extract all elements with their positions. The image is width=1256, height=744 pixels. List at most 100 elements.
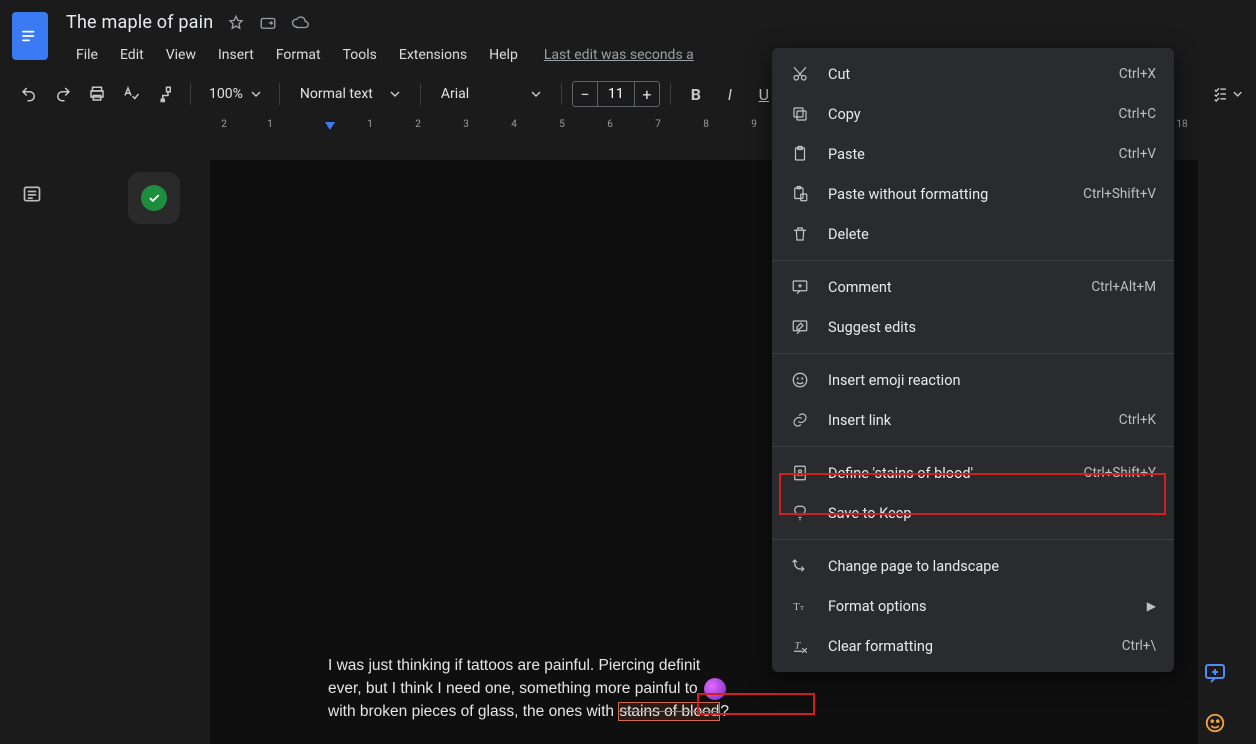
ruler-tick: 18 <box>1176 119 1187 130</box>
svg-text:T: T <box>795 640 801 651</box>
ctx-label: Suggest edits <box>828 319 1156 336</box>
ctx-comment[interactable]: CommentCtrl+Alt+M <box>772 267 1174 307</box>
last-edit-link[interactable]: Last edit was seconds a <box>544 47 694 63</box>
ctx-shortcut: Ctrl+Shift+Y <box>1084 465 1156 481</box>
menu-insert[interactable]: Insert <box>208 41 264 69</box>
keep-icon <box>790 503 810 523</box>
context-menu: Cut Ctrl+X Copy Ctrl+C Paste Ctrl+V Paste with… <box>772 48 1174 672</box>
move-icon[interactable] <box>259 14 277 32</box>
menu-format[interactable]: Format <box>266 41 331 69</box>
ctx-link[interactable]: Insert link Ctrl+K <box>772 400 1174 440</box>
print-button[interactable] <box>82 79 112 109</box>
ctx-keep[interactable]: Save to Keep <box>772 493 1174 533</box>
selected-text[interactable]: stains of blood <box>618 702 720 721</box>
zoom-select[interactable]: 100% <box>201 86 269 102</box>
bold-button[interactable]: B <box>681 79 711 109</box>
approve-chip[interactable] <box>128 172 180 224</box>
menu-tools[interactable]: Tools <box>333 41 387 69</box>
paste-icon <box>790 144 810 164</box>
svg-text:T: T <box>793 602 800 613</box>
cut-icon <box>790 64 810 84</box>
ctx-shortcut: Ctrl+V <box>1119 146 1156 162</box>
ctx-label: Paste <box>828 146 1101 163</box>
ruler-tick: 6 <box>607 119 613 130</box>
ctx-label: Insert link <box>828 412 1101 429</box>
ctx-shortcut: Ctrl+X <box>1119 66 1156 82</box>
docs-logo[interactable] <box>12 12 48 60</box>
ctx-suggest[interactable]: Suggest edits <box>772 307 1174 347</box>
check-icon <box>141 185 167 211</box>
suggest-icon <box>790 317 810 337</box>
ctx-landscape[interactable]: Change page to landscape <box>772 546 1174 586</box>
ctx-label: Cut <box>828 66 1101 83</box>
font-select[interactable]: Arial <box>431 86 551 102</box>
ctx-label: Copy <box>828 106 1100 123</box>
ctx-label: Insert emoji reaction <box>828 372 1156 389</box>
ctx-emoji[interactable]: Insert emoji reaction <box>772 360 1174 400</box>
ruler-tick: 3 <box>463 119 469 130</box>
submenu-arrow-icon: ▶ <box>1147 599 1156 613</box>
spellcheck-button[interactable] <box>116 79 146 109</box>
comment-icon <box>790 277 810 297</box>
ctx-delete[interactable]: Delete <box>772 214 1174 254</box>
font-size-decrease-button[interactable]: − <box>572 81 598 107</box>
ctx-shortcut: Ctrl+C <box>1118 106 1156 122</box>
menu-file[interactable]: File <box>66 41 108 69</box>
menu-help[interactable]: Help <box>479 41 528 69</box>
outline-toggle-button[interactable] <box>14 176 50 212</box>
body-text: ever, but I think I need one, something … <box>328 680 702 697</box>
ctx-shortcut: Ctrl+\ <box>1122 638 1156 654</box>
clear-icon: T <box>790 636 810 656</box>
document-title[interactable]: The maple of pain <box>66 12 213 33</box>
font-size-input[interactable]: 11 <box>598 81 634 107</box>
emoji-reaction-fab[interactable] <box>1196 704 1234 742</box>
menu-view[interactable]: View <box>156 41 206 69</box>
ctx-copy[interactable]: Copy Ctrl+C <box>772 94 1174 134</box>
ctx-define[interactable]: Define 'stains of blood'Ctrl+Shift+Y <box>772 453 1174 493</box>
ctx-label: Format options <box>828 598 1129 615</box>
delete-icon <box>790 224 810 244</box>
star-icon[interactable] <box>227 14 245 32</box>
ruler-tick: 1 <box>267 119 273 130</box>
format-icon: TT <box>790 596 810 616</box>
ctx-shortcut: Ctrl+K <box>1119 412 1156 428</box>
collaborator-cursor-avatar <box>704 678 726 700</box>
ctx-label: Save to Keep <box>828 505 1156 522</box>
ruler-tick: 8 <box>703 119 709 130</box>
ctx-shortcut: Ctrl+Shift+V <box>1083 186 1156 202</box>
font-size-increase-button[interactable]: + <box>634 81 660 107</box>
menu-edit[interactable]: Edit <box>110 41 154 69</box>
ctx-label: Comment <box>828 279 1073 296</box>
paragraph-style-select[interactable]: Normal text <box>290 86 410 102</box>
ctx-label: Clear formatting <box>828 638 1104 655</box>
undo-button[interactable] <box>14 79 44 109</box>
define-icon <box>790 463 810 483</box>
ctx-paste-plain[interactable]: Paste without formatting Ctrl+Shift+V <box>772 174 1174 214</box>
indent-marker-icon[interactable] <box>324 121 336 136</box>
body-text: ? <box>720 703 729 720</box>
ruler-tick: 7 <box>655 119 661 130</box>
add-comment-fab[interactable] <box>1196 654 1234 692</box>
ctx-label: Delete <box>828 226 1156 243</box>
ruler-tick: 1 <box>367 119 373 130</box>
ctx-cut[interactable]: Cut Ctrl+X <box>772 54 1174 94</box>
zoom-value: 100% <box>209 86 243 102</box>
paste-plain-icon <box>790 184 810 204</box>
ctx-clear[interactable]: T Clear formatting Ctrl+\ <box>772 626 1174 666</box>
paint-format-button[interactable] <box>150 79 180 109</box>
cloud-status-icon[interactable] <box>291 14 309 32</box>
ctx-label: Change page to landscape <box>828 558 1156 575</box>
ruler-tick: 2 <box>221 119 227 130</box>
editing-mode-dropdown[interactable] <box>1212 79 1242 109</box>
ctx-paste[interactable]: Paste Ctrl+V <box>772 134 1174 174</box>
ctx-label: Paste without formatting <box>828 186 1065 203</box>
italic-button[interactable]: I <box>715 79 745 109</box>
font-value: Arial <box>441 86 469 102</box>
menu-extensions[interactable]: Extensions <box>389 41 477 69</box>
ruler-tick: 4 <box>511 119 517 130</box>
ctx-format[interactable]: TT Format options ▶ <box>772 586 1174 626</box>
svg-text:T: T <box>800 605 805 612</box>
ruler-tick: 5 <box>559 119 565 130</box>
redo-button[interactable] <box>48 79 78 109</box>
copy-icon <box>790 104 810 124</box>
